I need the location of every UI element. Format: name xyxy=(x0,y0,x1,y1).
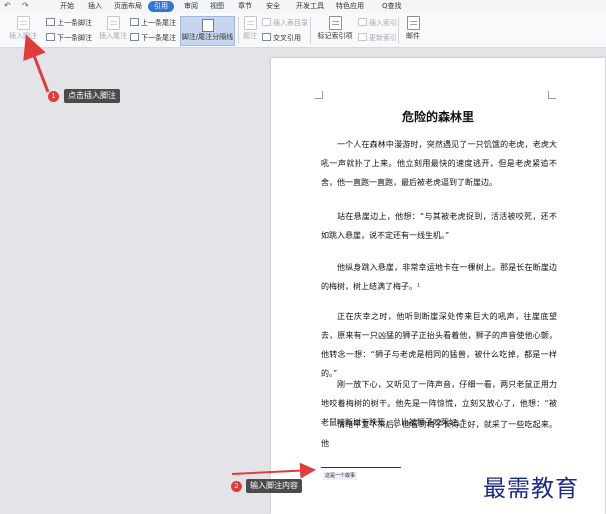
arrow-to-insert-footnote xyxy=(23,34,50,93)
callout-badge-2: 2 xyxy=(231,481,242,492)
watermark-text: 最需教育 xyxy=(483,476,579,502)
arrow-to-footnote-area xyxy=(231,462,316,479)
callout-arrows xyxy=(23,34,316,479)
callout-label-1: 点击插入脚注 xyxy=(64,89,120,103)
callout-badge-1: 1 xyxy=(48,91,59,102)
callout-label-2: 输入脚注内容 xyxy=(246,479,302,493)
